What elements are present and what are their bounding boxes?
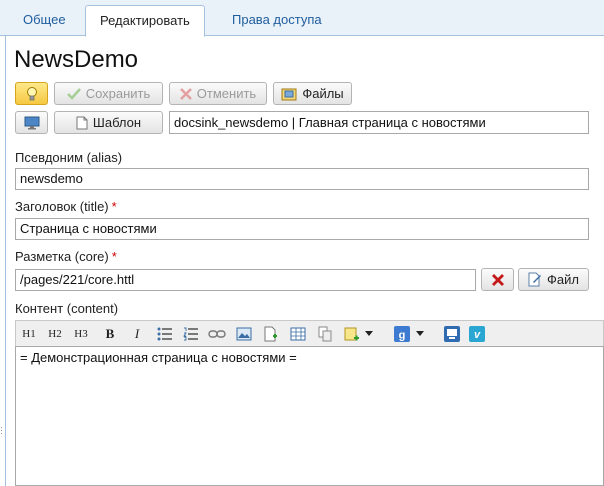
italic-button[interactable]: I	[127, 324, 147, 344]
title-input[interactable]: Страница с новостями	[15, 218, 589, 240]
bulleted-list-icon[interactable]	[155, 324, 175, 344]
required-mark: *	[111, 249, 117, 264]
file-edit-icon	[528, 272, 542, 287]
document-icon	[76, 116, 88, 130]
core-file-button[interactable]: Файл	[518, 268, 589, 291]
hint-button[interactable]	[15, 82, 48, 105]
files-button[interactable]: Файлы	[273, 82, 352, 105]
cancel-button-label: Отменить	[196, 86, 257, 101]
google-icon[interactable]: g	[392, 324, 412, 344]
tab-access-rights[interactable]: Права доступа	[218, 5, 336, 37]
core-file-button-label: Файл	[547, 272, 579, 287]
editor-toolbar: H1 H2 H3 B I g v	[15, 320, 604, 346]
bold-button[interactable]: B	[100, 324, 120, 344]
link-icon[interactable]	[207, 324, 227, 344]
svg-text:v: v	[474, 329, 481, 341]
cancel-button[interactable]: Отменить	[169, 82, 267, 105]
table-icon[interactable]	[288, 324, 308, 344]
new-note-icon[interactable]	[342, 324, 362, 344]
core-input[interactable]: /pages/221/core.httl	[15, 269, 476, 291]
core-label: Разметка (core) *	[15, 249, 117, 264]
monitor-icon	[24, 116, 40, 130]
clear-core-button[interactable]	[481, 268, 514, 291]
tab-general[interactable]: Общее	[9, 5, 80, 37]
alias-input[interactable]: newsdemo	[15, 168, 589, 190]
copy-page-icon[interactable]	[315, 324, 335, 344]
template-field[interactable]: docsink_newsdemo | Главная страница с но…	[169, 111, 589, 134]
page-title: NewsDemo	[14, 46, 139, 73]
content-editor[interactable]: = Демонстрационная страница с новостями …	[15, 346, 604, 486]
save-button[interactable]: Сохранить	[54, 82, 163, 105]
checkmark-icon	[66, 87, 81, 100]
content-label: Контент (content)	[15, 301, 119, 316]
delete-x-icon	[491, 273, 504, 286]
add-page-icon[interactable]	[261, 324, 281, 344]
lightbulb-icon	[26, 86, 38, 102]
vimeo-icon[interactable]: v	[467, 324, 487, 344]
required-mark: *	[111, 199, 117, 214]
heading2-button[interactable]: H2	[45, 324, 65, 344]
video-embed-icon[interactable]	[442, 324, 462, 344]
save-button-label: Сохранить	[85, 86, 151, 101]
note-dropdown-arrow[interactable]	[365, 331, 373, 336]
cancel-x-icon	[179, 87, 192, 100]
core-label-text: Разметка (core)	[15, 249, 109, 264]
preview-button[interactable]	[15, 111, 48, 134]
files-icon	[281, 87, 297, 101]
heading3-button[interactable]: H3	[71, 324, 91, 344]
template-button[interactable]: Шаблон	[54, 111, 163, 134]
google-dropdown-arrow[interactable]	[416, 331, 424, 336]
title-label-text: Заголовок (title)	[15, 199, 109, 214]
heading1-button[interactable]: H1	[19, 324, 39, 344]
image-icon[interactable]	[234, 324, 254, 344]
numbered-list-icon[interactable]	[181, 324, 201, 344]
svg-text:g: g	[399, 330, 406, 342]
alias-label: Псевдоним (alias)	[15, 150, 123, 165]
files-button-label: Файлы	[302, 86, 344, 101]
template-button-label: Шаблон	[92, 115, 142, 130]
tab-bar: Общее Редактировать Права доступа	[0, 0, 604, 37]
resize-grip-icon[interactable]: · · ·	[0, 423, 3, 438]
title-label: Заголовок (title) *	[15, 199, 117, 214]
tab-edit[interactable]: Редактировать	[85, 5, 205, 37]
